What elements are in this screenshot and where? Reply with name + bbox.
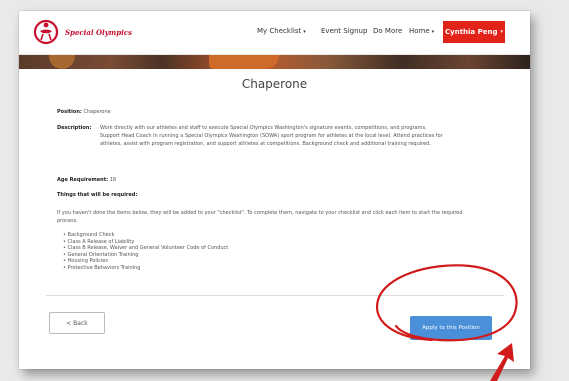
chevron-down-icon: ▾	[500, 29, 503, 35]
list-item: Class B Release, Waiver and General Volu…	[63, 245, 229, 252]
list-item: Protective Behaviors Training	[63, 265, 228, 272]
screenshot-frame: Special Olympics My Checklist ▾ Event Sig…	[19, 11, 530, 369]
back-button[interactable]: < Back	[49, 312, 105, 334]
top-navbar: Special Olympics My Checklist ▾ Event Sig…	[19, 11, 530, 55]
nav-do-more-label: Do More	[373, 27, 403, 35]
age-value: 18	[109, 177, 117, 183]
banner-decoration	[49, 55, 75, 69]
age-requirement-row: Age Requirement: 18	[57, 176, 116, 184]
requirements-list: Background Check Class A Release of Liab…	[63, 232, 229, 272]
chevron-down-icon: ▾	[303, 29, 306, 35]
special-olympics-logo[interactable]: Special Olympics	[31, 19, 132, 45]
description-label: Description:	[57, 125, 92, 131]
nav-event-signup-label: Event Signup	[321, 27, 368, 35]
nav-my-checklist[interactable]: My Checklist ▾	[257, 27, 306, 35]
description-row: Description: Work directly with our athl…	[57, 124, 447, 147]
apply-to-position-button[interactable]: Apply to this Position	[410, 316, 492, 340]
page-title: Chaperone	[241, 77, 308, 91]
user-name: Cynthia Peng	[445, 28, 498, 36]
special-olympics-logo-icon	[33, 19, 59, 45]
nav-my-checklist-label: My Checklist	[257, 27, 302, 35]
nav-home[interactable]: Home ▾	[409, 27, 434, 35]
position-value: Chaperone	[83, 109, 111, 115]
description-value: Work directly with our athletes and staf…	[100, 125, 443, 147]
divider	[46, 295, 504, 296]
user-menu-button[interactable]: Cynthia Peng ▾	[443, 21, 505, 43]
age-label: Age Requirement:	[57, 177, 109, 183]
nav-do-more[interactable]: Do More	[373, 27, 402, 35]
requirements-instructions: If you haven't done the items below, the…	[57, 210, 463, 224]
requirements-heading: Things that will be required:	[57, 192, 138, 198]
logo-text: Special Olympics	[65, 27, 132, 37]
banner-decoration	[209, 55, 279, 69]
nav-home-label: Home	[409, 27, 430, 35]
position-label: Position:	[57, 109, 82, 115]
nav-event-signup[interactable]: Event Signup	[321, 27, 367, 35]
position-row: Position: Chaperone	[57, 108, 111, 116]
chevron-down-icon: ▾	[431, 29, 435, 35]
hero-banner-image	[19, 55, 530, 69]
